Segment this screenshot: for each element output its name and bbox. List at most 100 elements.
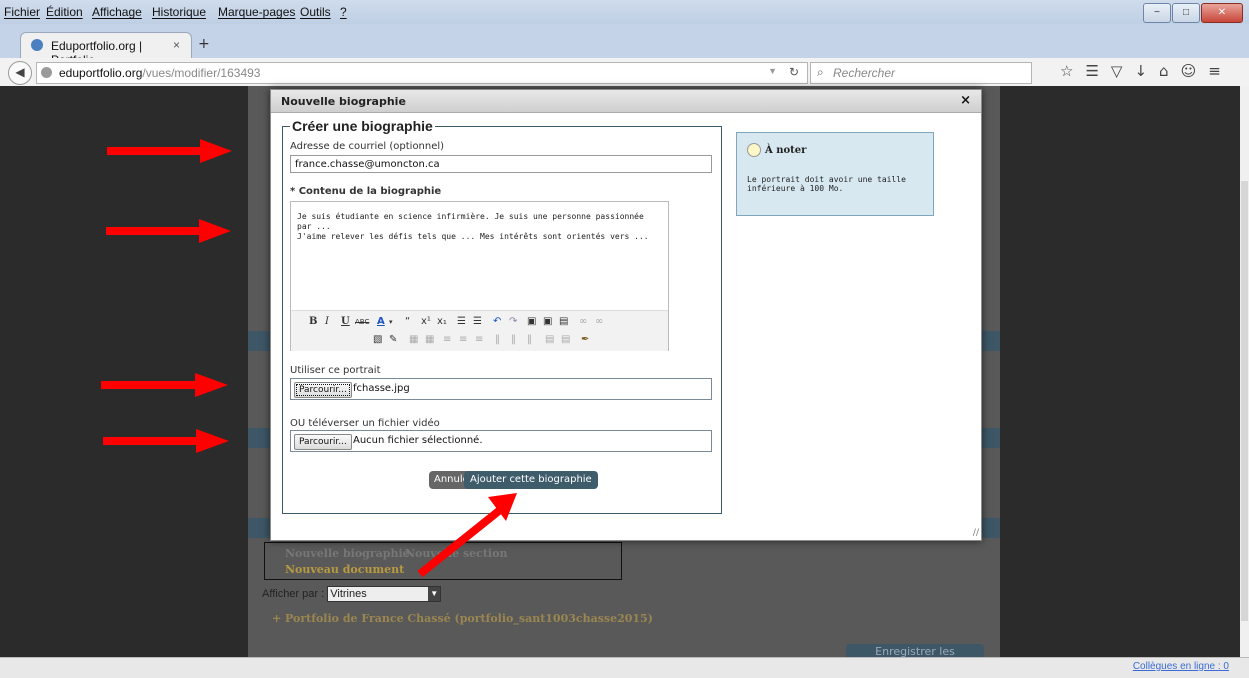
- dialog-close-icon[interactable]: ×: [960, 93, 971, 108]
- email-label: Adresse de courriel (optionnel): [290, 141, 445, 152]
- row-after-icon[interactable]: ≡: [459, 333, 467, 347]
- portrait-file-input[interactable]: Parcourir... fchasse.jpg: [290, 378, 712, 400]
- chevron-down-icon: ▼: [428, 587, 441, 601]
- merge-cells-icon[interactable]: ▤: [561, 333, 570, 347]
- bold-icon[interactable]: B: [309, 315, 317, 329]
- pocket-icon[interactable]: ▽: [1111, 62, 1123, 80]
- text-color-icon[interactable]: A: [377, 315, 385, 329]
- scrollbar-thumb[interactable]: [1241, 181, 1248, 621]
- new-biography-dialog: Nouvelle biographie × Créer une biograph…: [270, 89, 982, 541]
- col-after-icon[interactable]: ‖: [511, 333, 516, 347]
- table-icon[interactable]: ▦: [409, 333, 418, 347]
- display-by-select[interactable]: Vitrines ▼: [327, 586, 442, 602]
- menu-edition[interactable]: Édition: [46, 5, 83, 19]
- reading-list-icon[interactable]: ☰: [1085, 62, 1098, 80]
- video-browse-button[interactable]: Parcourir...: [294, 434, 352, 450]
- new-tab-button[interactable]: +: [198, 36, 210, 52]
- back-arrow-icon[interactable]: ◀: [8, 61, 32, 85]
- menu-marque-pages[interactable]: Marque-pages: [218, 5, 295, 19]
- note-title: À noter: [765, 145, 807, 156]
- cleanup-brush-icon[interactable]: ✒: [581, 333, 589, 347]
- menu-historique[interactable]: Historique: [152, 5, 206, 19]
- paste-text-icon[interactable]: ▣: [543, 315, 552, 329]
- content-label: * Contenu de la biographie: [290, 186, 442, 197]
- paste-icon[interactable]: ▣: [527, 315, 536, 329]
- search-icon: ⌕: [817, 65, 824, 79]
- portfolio-link[interactable]: + Portfolio de France Chassé (portfolio_…: [272, 612, 653, 625]
- strikethrough-icon[interactable]: ABC: [355, 315, 369, 329]
- navigation-bar: ◀ eduportfolio.org/vues/modifier/163493 …: [0, 58, 1249, 87]
- biography-content[interactable]: Je suis étudiante en science infirmière.…: [297, 212, 657, 242]
- tab-close-icon[interactable]: ×: [173, 38, 180, 52]
- tab-eduportfolio[interactable]: Eduportfolio.org | Portfolio... ×: [20, 32, 192, 67]
- window-close-icon[interactable]: ✕: [1201, 3, 1243, 23]
- menu-outils[interactable]: Outils: [300, 5, 331, 19]
- new-section-link[interactable]: Nouvelle section: [405, 547, 507, 560]
- video-filename: Aucun fichier sélectionné.: [353, 435, 483, 446]
- col-before-icon[interactable]: ‖: [495, 333, 500, 347]
- url-path: /vues/modifier/163493: [142, 66, 261, 80]
- dialog-title: Nouvelle biographie: [281, 95, 406, 108]
- reload-icon[interactable]: ↻: [789, 65, 799, 79]
- online-colleagues-link[interactable]: Collègues en ligne : 0: [1133, 661, 1229, 672]
- url-dropdown-icon[interactable]: ▼: [768, 66, 777, 76]
- url-text: eduportfolio.org/vues/modifier/163493: [59, 66, 260, 80]
- globe-icon: [41, 67, 52, 78]
- search-placeholder: Rechercher: [833, 66, 896, 80]
- portrait-browse-button[interactable]: Parcourir...: [294, 382, 352, 398]
- biography-form: Créer une biographie Adresse de courriel…: [282, 118, 722, 514]
- undo-icon[interactable]: ↶: [493, 315, 501, 329]
- url-host: eduportfolio.org: [59, 66, 143, 80]
- link-icon[interactable]: ∞: [579, 315, 587, 329]
- chat-icon[interactable]: ☺: [1181, 62, 1197, 80]
- image-icon[interactable]: ▧: [373, 333, 382, 347]
- redo-icon[interactable]: ↷: [509, 315, 517, 329]
- vertical-scrollbar[interactable]: [1240, 86, 1249, 657]
- url-bar[interactable]: eduportfolio.org/vues/modifier/163493 ▼ …: [36, 62, 808, 84]
- menu-fichier[interactable]: Fichier: [4, 5, 40, 19]
- resize-grip-icon[interactable]: ∕∕: [973, 528, 979, 538]
- row-before-icon[interactable]: ≡: [443, 333, 451, 347]
- tab-strip: Eduportfolio.org | Portfolio... × +: [0, 24, 1249, 67]
- quote-icon[interactable]: “: [405, 315, 410, 329]
- menu-help[interactable]: ?: [340, 5, 347, 19]
- subscript-icon[interactable]: x₁: [437, 315, 447, 329]
- table-props-icon[interactable]: ▦: [425, 333, 434, 347]
- split-cells-icon[interactable]: ▤: [545, 333, 554, 347]
- delete-col-icon[interactable]: ‖: [527, 333, 532, 347]
- underline-icon[interactable]: U: [341, 315, 350, 329]
- form-legend: Créer une biographie: [290, 118, 435, 134]
- dialog-header: Nouvelle biographie ×: [271, 90, 981, 113]
- menu-affichage[interactable]: Affichage: [92, 5, 142, 19]
- delete-row-icon[interactable]: ≡: [475, 333, 483, 347]
- italic-icon[interactable]: I: [325, 315, 329, 329]
- paste-word-icon[interactable]: ▤: [559, 315, 568, 329]
- search-input[interactable]: ⌕ Rechercher: [810, 62, 1032, 84]
- add-biography-button[interactable]: Ajouter cette biographie: [464, 471, 598, 489]
- new-document-link[interactable]: Nouveau document: [285, 563, 404, 576]
- actions-box: Nouvelle biographie Nouvelle section Nou…: [264, 542, 622, 580]
- new-biography-link[interactable]: Nouvelle biographie: [285, 547, 410, 560]
- display-by-value: Vitrines: [330, 588, 367, 600]
- downloads-icon[interactable]: ↓: [1134, 62, 1147, 80]
- editor-toolbar: B I U ABC A ▾ “ x¹ x₁ ☰ ☰ ↶ ↷ ▣ ▣ ▤ ∞ ∞ …: [291, 310, 668, 351]
- chevron-down-icon[interactable]: ▾: [389, 315, 393, 329]
- biography-editor: Je suis étudiante en science infirmière.…: [290, 201, 669, 351]
- superscript-icon[interactable]: x¹: [421, 315, 431, 329]
- maximize-icon[interactable]: □: [1172, 3, 1200, 23]
- save-changes-button[interactable]: Enregistrer les modifications: [846, 644, 984, 657]
- minimize-icon[interactable]: −: [1143, 3, 1171, 23]
- numbered-list-icon[interactable]: ☰: [473, 315, 482, 329]
- hamburger-menu-icon[interactable]: ≡: [1208, 62, 1221, 80]
- email-field[interactable]: france.chasse@umoncton.ca: [290, 155, 712, 173]
- bullet-list-icon[interactable]: ☰: [457, 315, 466, 329]
- edit-icon[interactable]: ✎: [389, 333, 397, 347]
- toolbar-icons: ☆ ☰ ▽ ↓ ⌂ ☺ ≡: [1060, 62, 1221, 80]
- menu-bar: Fichier Édition Affichage Historique Mar…: [0, 0, 1249, 24]
- display-by-label: Afficher par :: [262, 587, 325, 600]
- video-file-input[interactable]: Parcourir... Aucun fichier sélectionné.: [290, 430, 712, 452]
- bookmark-star-icon[interactable]: ☆: [1060, 62, 1073, 80]
- lightbulb-icon: [747, 143, 761, 157]
- unlink-icon[interactable]: ∞: [595, 315, 603, 329]
- home-icon[interactable]: ⌂: [1159, 62, 1169, 80]
